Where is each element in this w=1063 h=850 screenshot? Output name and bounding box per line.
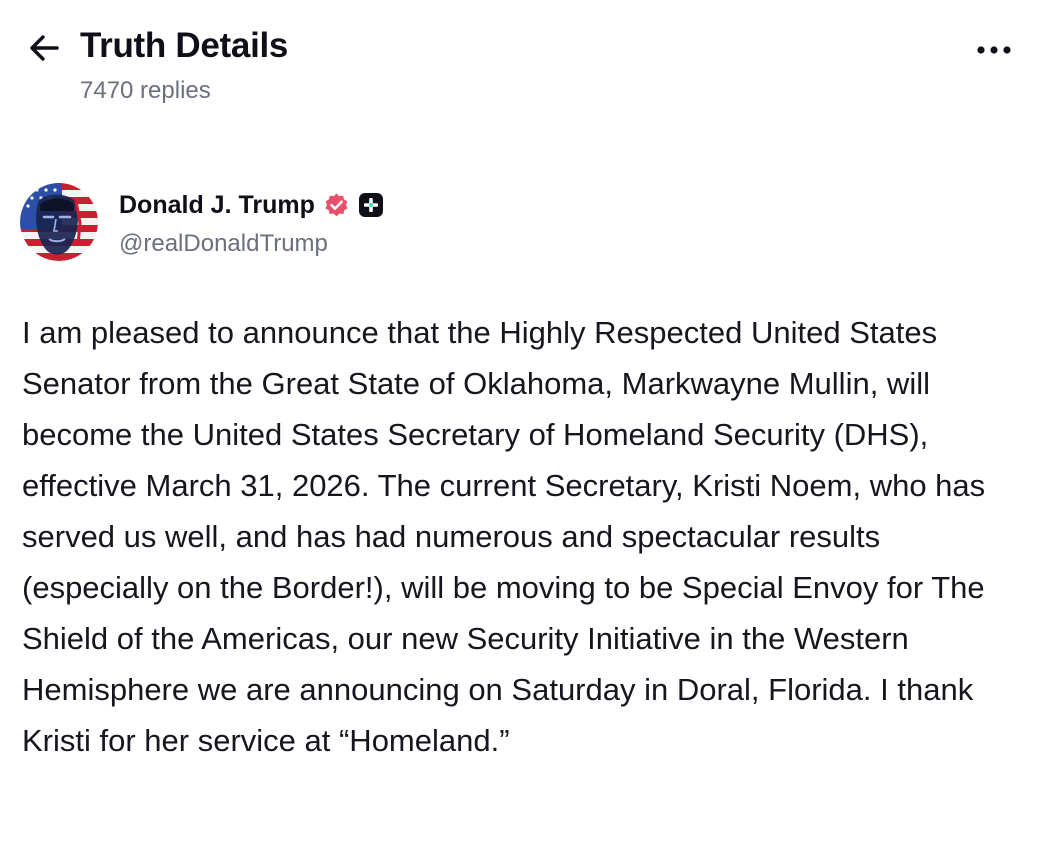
back-button[interactable] [24, 28, 64, 68]
avatar-image [20, 183, 98, 261]
header: Truth Details 7470 replies [0, 0, 1063, 120]
plus-badge-icon [358, 192, 384, 218]
arrow-left-icon [30, 35, 59, 61]
verified-badge-icon [323, 192, 350, 219]
author-name-row: Donald J. Trump [119, 188, 384, 222]
post-author: Donald J. Trump @realDonaldTrump [20, 183, 720, 263]
more-options-button[interactable] [968, 30, 1020, 70]
author-name[interactable]: Donald J. Trump [119, 191, 315, 220]
reply-count: 7470 replies [80, 77, 211, 104]
more-horizontal-icon [977, 46, 1011, 54]
author-handle[interactable]: @realDonaldTrump [119, 230, 328, 258]
avatar[interactable] [20, 183, 98, 261]
post-body-text: I am pleased to announce that the Highly… [22, 315, 986, 758]
page-title: Truth Details [80, 26, 289, 65]
